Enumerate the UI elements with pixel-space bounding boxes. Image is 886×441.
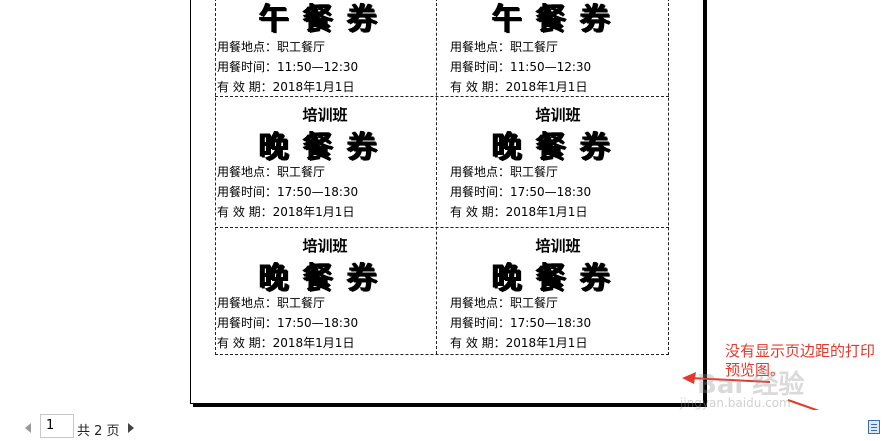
coupon-big-title: 晚餐券 xyxy=(492,261,624,296)
next-page-icon[interactable] xyxy=(128,423,134,433)
page-number-input[interactable]: 1 xyxy=(40,414,74,438)
coupon-time: 用餐时间：17:50—18:30 xyxy=(217,185,359,199)
watermark-url: jingyan.baidu.com xyxy=(680,396,791,410)
coupon-time: 用餐时间：17:50—18:30 xyxy=(217,316,359,330)
coupon-time: 用餐时间：11:50—12:30 xyxy=(217,60,359,74)
lunch-coupon: 午餐券 用餐地点：职工餐厅 用餐时间：11:50—12:30 有 效 期：201… xyxy=(215,0,435,96)
page-total-label: 共 2 页 xyxy=(77,424,120,439)
coupon-valid: 有 效 期：2018年1月1日 xyxy=(217,80,355,94)
coupon-valid: 有 效 期：2018年1月1日 xyxy=(450,205,588,219)
dinner-coupon: 培训班 晚餐券 用餐地点：职工餐厅 用餐时间：17:50—18:30 有 效 期… xyxy=(448,98,668,228)
coupon-location: 用餐地点：职工餐厅 xyxy=(217,40,326,54)
coupon-time: 用餐时间：17:50—18:30 xyxy=(450,185,592,199)
coupon-big-title: 午餐券 xyxy=(492,2,624,37)
lunch-coupon: 午餐券 用餐地点：职工餐厅 用餐时间：11:50—12:30 有 效 期：201… xyxy=(448,0,668,96)
coupon-location: 用餐地点：职工餐厅 xyxy=(450,40,559,54)
prev-page-icon[interactable] xyxy=(25,423,31,433)
print-layout-icon[interactable] xyxy=(868,420,880,434)
coupon-big-title: 晚餐券 xyxy=(259,130,391,165)
coupon-location: 用餐地点：职工餐厅 xyxy=(450,296,559,310)
coupon-time: 用餐时间：17:50—18:30 xyxy=(450,316,592,330)
dinner-coupon: 培训班 晚餐券 用餐地点：职工餐厅 用餐时间：17:50—18:30 有 效 期… xyxy=(215,229,435,359)
print-preview-canvas: 午餐券 用餐地点：职工餐厅 用餐时间：11:50—12:30 有 效 期：201… xyxy=(0,0,886,441)
coupon-valid: 有 效 期：2018年1月1日 xyxy=(217,205,355,219)
coupon-big-title: 晚餐券 xyxy=(259,261,391,296)
coupon-time: 用餐时间：11:50—12:30 xyxy=(450,60,592,74)
coupon-location: 用餐地点：职工餐厅 xyxy=(217,165,326,179)
coupon-big-title: 晚餐券 xyxy=(492,130,624,165)
coupon-location: 用餐地点：职工餐厅 xyxy=(217,296,326,310)
coupon-big-title: 午餐券 xyxy=(259,2,391,37)
grid-row-divider xyxy=(215,96,669,97)
dinner-coupon: 培训班 晚餐券 用餐地点：职工餐厅 用餐时间：17:50—18:30 有 效 期… xyxy=(448,229,668,359)
coupon-valid: 有 效 期：2018年1月1日 xyxy=(217,336,355,350)
coupon-valid: 有 效 期：2018年1月1日 xyxy=(450,80,588,94)
dinner-coupon: 培训班 晚餐券 用餐地点：职工餐厅 用餐时间：17:50—18:30 有 效 期… xyxy=(215,98,435,228)
grid-column-divider xyxy=(436,0,437,354)
coupon-valid: 有 效 期：2018年1月1日 xyxy=(450,336,588,350)
coupon-location: 用餐地点：职工餐厅 xyxy=(450,165,559,179)
